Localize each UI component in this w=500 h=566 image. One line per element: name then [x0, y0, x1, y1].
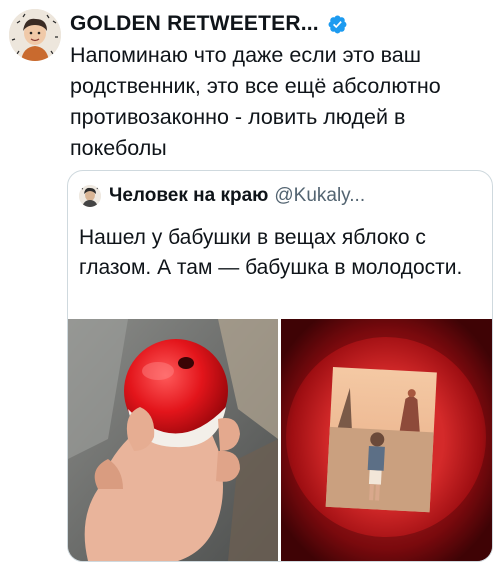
quoted-tweet-header: Человек на краю @Kukaly...: [79, 185, 365, 207]
author-name[interactable]: GOLDEN RETWEETER...: [70, 12, 319, 36]
author-avatar[interactable]: [9, 9, 61, 61]
quoted-author-handle[interactable]: @Kukaly...: [274, 185, 365, 207]
verified-badge-icon: [328, 15, 347, 33]
media-grid: [68, 319, 492, 561]
quoted-tweet[interactable]: Человек на краю @Kukaly... Нашел у бабуш…: [67, 170, 493, 562]
quoted-author-avatar[interactable]: [79, 185, 101, 207]
quoted-author-name[interactable]: Человек на краю: [109, 185, 268, 207]
media-image-hand-ball[interactable]: [68, 319, 278, 561]
media-image-eye-view[interactable]: [281, 319, 492, 561]
tweet-text: Напоминаю что даже если это ваш родствен…: [70, 43, 441, 160]
tweet-header: GOLDEN RETWEETER...: [70, 11, 490, 37]
quoted-tweet-text: Нашел у бабушки в вещах яблоко с глазом.…: [79, 226, 463, 279]
